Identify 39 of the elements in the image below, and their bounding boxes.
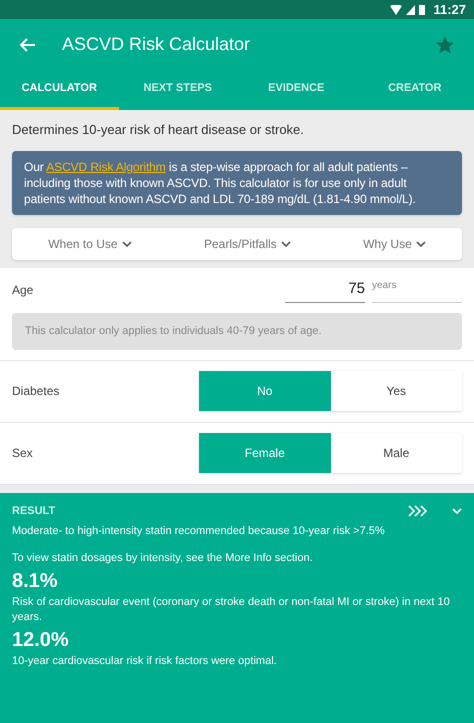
chevron-down-icon [452,508,462,514]
tab[interactable]: CREATOR [356,70,474,110]
chevron-down-icon [122,240,132,246]
unit-label: years [372,278,462,303]
age-input[interactable]: 75 [285,278,365,303]
notice-banner: Our ASCVD Risk Algorithm is a step-wise approach for all adult patients – including those with known ASCVD. This calculator is for use only in adult patients without known ASCVD and LDL 70-189 mg/dL (1.81-4.90 mmol/L). [12,150,462,214]
signal-icon [406,4,416,14]
option-button[interactable]: No [199,371,330,411]
description: Determines 10-year risk of heart disease or stroke. [12,121,305,139]
star-icon[interactable] [436,36,454,54]
note-text: To view statin dosages by intensity, see the More Info section. [12,550,314,566]
result-value: 12.0% [12,628,70,652]
option-button[interactable]: Female [199,433,330,473]
option-button[interactable]: Yes [330,371,462,411]
app-title: ASCVD Risk Calculator [62,33,250,56]
result-caption: 10-year cardiovascular risk if risk factors were optimal. [12,654,278,669]
wifi-icon [390,4,402,14]
battery-icon [419,4,426,15]
field-label: Diabetes [12,383,60,400]
algorithm-link[interactable]: ASCVD Risk Algorithm [46,160,166,174]
tab[interactable]: NEXT STEPS [118,70,237,110]
field-label: Sex [12,445,33,462]
status-time: 11:27 [433,0,466,19]
tab[interactable]: EVIDENCE [237,70,356,110]
chevrons-icon[interactable] [408,504,428,517]
chevron-down-icon [280,240,291,246]
info-dropdown[interactable]: When to Use [48,234,132,252]
option-button[interactable]: Male [330,433,462,473]
chevron-down-icon [416,240,426,246]
tab[interactable]: CALCULATOR [0,70,118,110]
result-heading: RESULT [12,504,56,518]
recommendation-text: Moderate- to high-intensity statin recommended because 10-year risk >7.5% [12,524,386,539]
info-dropdown[interactable]: Pearls/Pitfalls [204,234,291,252]
back-arrow-icon[interactable] [20,38,36,52]
result-caption: Risk of cardiovascular event (coronary or stroke death or non-fatal MI or stroke) in next 10 years. [12,595,451,625]
info-dropdown[interactable]: Why Use [363,234,426,252]
result-value: 8.1% [12,569,59,593]
field-label: Age [12,282,34,300]
age-warning: This calculator only applies to individuals 40-79 years of age. [12,313,462,350]
